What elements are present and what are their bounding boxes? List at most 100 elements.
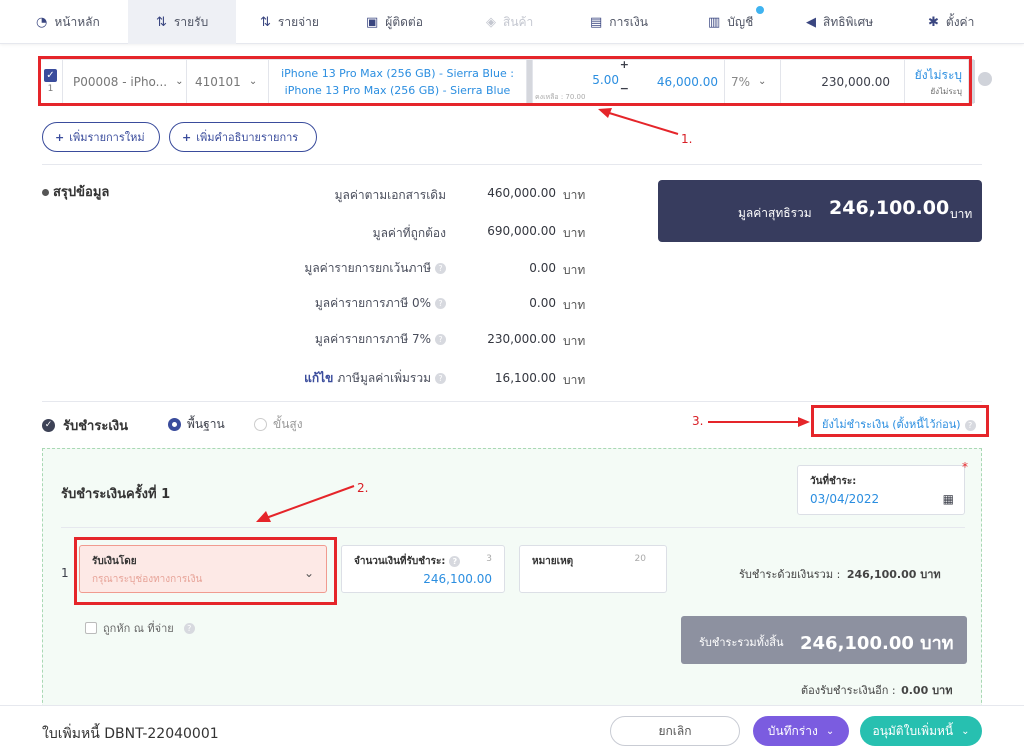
money-icon: ▤ — [590, 14, 603, 30]
summary-label: มูลค่าตามเอกสารเดิม — [334, 188, 446, 202]
summary-label-row: แก้ไข ภาษีมูลค่าเพิ่มรวม? — [236, 369, 446, 388]
annotation-arrow-2 — [256, 485, 355, 522]
amount-counter: 3 — [486, 554, 492, 564]
product-value: P00008 - iPho... — [73, 74, 168, 89]
net-total-label: มูลค่าสุทธิรวม — [738, 206, 812, 220]
grand-total-card: รับชำระรวมทั้งสิ้น 246,100.00 บาท — [681, 616, 967, 664]
summary-label-row: มูลค่ารายการภาษี 7%? — [236, 330, 446, 349]
help-icon[interactable]: ? — [435, 263, 446, 274]
annotation-label-3: 3. — [692, 414, 704, 428]
help-icon[interactable]: ? — [435, 373, 446, 384]
chevron-down-icon: ⌄ — [248, 76, 258, 87]
summary-value: 690,000.00 — [487, 224, 556, 238]
approve-button[interactable]: อนุมัติใบเพิ่มหนี้ ⌄ — [860, 716, 982, 746]
product-icon: ◈ — [486, 14, 496, 30]
annotation-label-2: 2. — [357, 481, 369, 495]
add-item-button[interactable]: + เพิ่มรายการใหม่ — [42, 122, 160, 152]
help-icon[interactable]: ? — [435, 334, 446, 345]
nav-label: ตั้งค่า — [945, 14, 975, 29]
summary-label: ภาษีมูลค่าเพิ่มรวม — [337, 371, 431, 385]
remaining-due: ต้องรับชำระเงินอีก : 0.00 บาท — [801, 681, 952, 699]
income-icon: ⇅ — [156, 14, 167, 30]
radio-selected-icon — [168, 418, 181, 431]
mode-advanced-label: ขั้นสูง — [273, 417, 303, 431]
account-select[interactable]: 410101 ⌄ — [187, 60, 269, 103]
mode-basic-label: พื้นฐาน — [187, 417, 225, 431]
plus-icon[interactable]: + — [620, 58, 629, 71]
annotation-arrow-3 — [708, 417, 810, 427]
payment-amount-field[interactable]: จำนวนเงินที่รับชำระ:? 3 246,100.00 — [341, 545, 505, 593]
annotation-arrow-1 — [598, 108, 679, 135]
nav-home[interactable]: ◔ หน้าหลัก — [36, 0, 128, 44]
nav-finance[interactable]: ▤ การเงิน — [590, 0, 648, 44]
price-field[interactable]: 46,000.00 — [629, 60, 725, 103]
expense-icon: ⇅ — [260, 14, 271, 30]
row-checkbox[interactable]: ✓ — [44, 69, 57, 82]
calendar-icon[interactable]: ▦ — [943, 492, 954, 506]
grand-total-value: 246,100.00 บาท — [800, 633, 954, 654]
nav-privileges[interactable]: ◀ สิทธิพิเศษ — [806, 0, 873, 44]
summary-label: มูลค่าที่ถูกต้อง — [372, 226, 446, 240]
amount-value: 230,000.00 — [821, 74, 890, 89]
nav-income[interactable]: ⇅ รายรับ — [128, 0, 236, 44]
nav-settings[interactable]: ✱ ตั้งค่า — [928, 0, 974, 44]
pie-icon[interactable] — [978, 72, 992, 86]
save-draft-button[interactable]: บันทึกร่าง ⌄ — [753, 716, 849, 746]
nav-products[interactable]: ◈ สินค้า — [486, 0, 533, 44]
scrollbar[interactable] — [969, 60, 975, 103]
edit-vat-link[interactable]: แก้ไข — [304, 371, 333, 385]
tag-select[interactable]: ยังไม่ระบุ ยังไม่ระบุ — [905, 60, 969, 103]
payment-method-select[interactable]: รับเงินโดย กรุณาระบุช่องทางการเงิน ⌄ — [79, 545, 327, 593]
chevron-down-icon: ⌄ — [825, 725, 835, 737]
annotation-label-1: 1. — [681, 132, 693, 146]
summary-value: 460,000.00 — [487, 186, 556, 200]
nav-accounting[interactable]: ▥ บัญชี — [708, 0, 753, 44]
divider — [42, 164, 982, 165]
quantity-stepper[interactable]: 5.00 คงเหลือ : 70.00 + − — [533, 58, 629, 103]
vat-select[interactable]: 7% ⌄ — [725, 60, 781, 103]
help-icon[interactable]: ? — [435, 298, 446, 309]
chevron-down-icon: ⌄ — [175, 76, 184, 87]
amount-label-row: จำนวนเงินที่รับชำระ:? — [354, 554, 461, 569]
withholding-checkbox[interactable]: ถูกหัก ณ ที่จ่าย ? — [85, 619, 195, 637]
payment-date-field[interactable]: วันที่ชำระ: 03/04/2022 ▦ * — [797, 460, 968, 515]
date-label: วันที่ชำระ: — [810, 476, 857, 487]
unpaid-link[interactable]: ยังไม่ชำระเงิน (ตั้งหนี้ไว้ก่อน)? — [822, 415, 976, 433]
remaining-value: 0.00 บาท — [901, 684, 953, 697]
remaining-label: ต้องรับชำระเงินอีก : — [801, 684, 896, 697]
mode-advanced-radio[interactable]: ขั้นสูง — [254, 415, 303, 434]
minus-icon[interactable]: − — [620, 82, 629, 95]
nav-contacts[interactable]: ▣ ผู้ติดต่อ — [366, 0, 423, 44]
summary-title: สรุปข้อมูล — [53, 185, 110, 200]
description-field[interactable]: iPhone 13 Pro Max (256 GB) - Sierra Blue… — [269, 60, 527, 103]
nav-label: บัญชี — [727, 14, 754, 29]
summary-heading: สรุปข้อมูล — [42, 181, 109, 202]
withholding-label: ถูกหัก ณ ที่จ่าย — [103, 622, 174, 635]
cancel-button[interactable]: ยกเลิก — [610, 716, 740, 746]
amount-label: จำนวนเงินที่รับชำระ: — [354, 556, 446, 567]
nav-label: การเงิน — [609, 14, 648, 29]
cancel-label: ยกเลิก — [658, 723, 692, 738]
cash-total-value: 246,100.00 บาท — [846, 568, 941, 581]
summary-unit: บาท — [563, 298, 586, 312]
description-line: iPhone 13 Pro Max (256 GB) - Sierra Blue… — [281, 66, 514, 80]
nav-label: ผู้ติดต่อ — [385, 14, 423, 29]
add-description-button[interactable]: + เพิ่มคำอธิบายรายการ — [169, 122, 317, 152]
notification-badge — [754, 4, 766, 16]
nav-label: รายจ่าย — [277, 14, 319, 29]
note-counter: 20 — [634, 554, 646, 564]
product-select[interactable]: P00008 - iPho... ⌄ — [63, 60, 187, 103]
help-icon[interactable]: ? — [449, 555, 461, 567]
top-navbar: ◔ หน้าหลัก ⇅ รายรับ ⇅ รายจ่าย ▣ ผู้ติดต่… — [0, 0, 1024, 44]
note-label: หมายเหตุ — [532, 556, 574, 567]
note-field[interactable]: หมายเหตุ 20 — [519, 545, 667, 593]
chevron-down-icon: ⌄ — [303, 566, 314, 580]
megaphone-icon: ◀ — [806, 14, 816, 30]
mode-basic-radio[interactable]: พื้นฐาน — [168, 415, 225, 434]
method-label: รับเงินโดย — [92, 556, 137, 567]
summary-label-row: มูลค่ารายการยกเว้นภาษี? — [236, 259, 446, 278]
help-icon[interactable]: ? — [183, 622, 195, 634]
unpaid-link-label: ยังไม่ชำระเงิน (ตั้งหนี้ไว้ก่อน) — [822, 418, 961, 431]
help-icon[interactable]: ? — [964, 419, 976, 431]
nav-expense[interactable]: ⇅ รายจ่าย — [260, 0, 319, 44]
